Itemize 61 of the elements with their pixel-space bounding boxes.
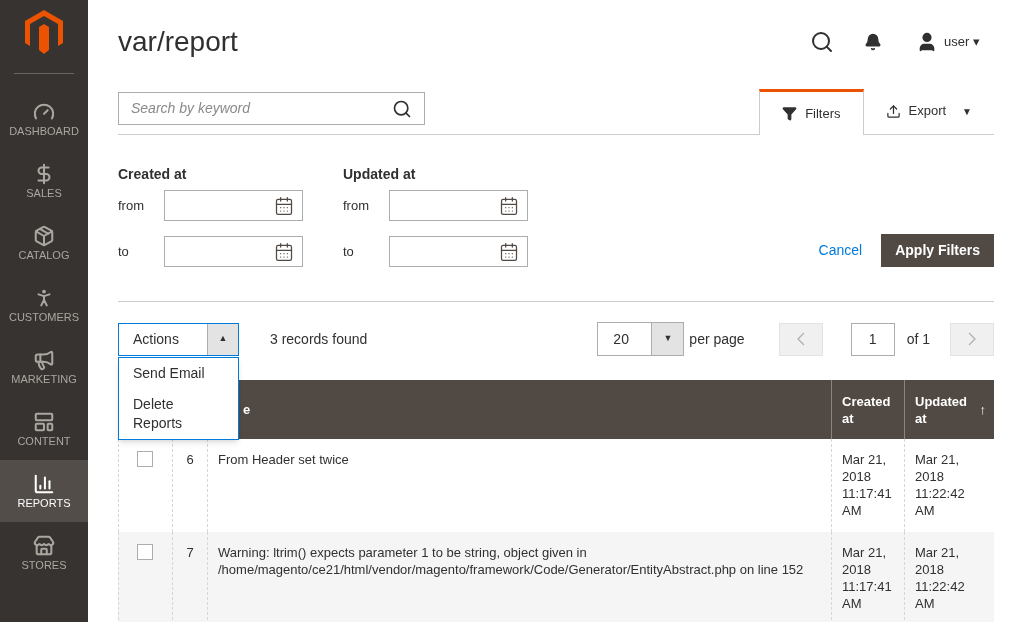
page-count: of 1: [906, 329, 930, 349]
bell-icon[interactable]: [864, 33, 883, 51]
date-field[interactable]: [164, 236, 303, 267]
sidebar-item[interactable]: STORES: [0, 522, 88, 584]
date-field[interactable]: [389, 190, 528, 221]
search-icon[interactable]: [392, 98, 412, 119]
column-header[interactable]: e: [243, 399, 251, 420]
table-cell: Warning: ltrim() expects parameter 1 to be string, object given in /home/magento/ce21/html/vendor/magento/framework/Code/Generator/EntityAbstract.php on line 152: [218, 545, 804, 577]
sidebar-item[interactable]: CATALOG: [0, 212, 88, 274]
date-field[interactable]: [164, 190, 303, 221]
search-icon[interactable]: [810, 30, 835, 54]
row-checkbox[interactable]: [137, 544, 153, 560]
filter-icon: [782, 106, 798, 121]
field-label: from: [343, 196, 370, 215]
chevron-left-icon: [796, 332, 805, 346]
page-field[interactable]: 1: [850, 322, 895, 356]
table-cell: 7: [186, 544, 194, 561]
menu-item[interactable]: Send Email: [119, 364, 238, 383]
page-title: var/report: [118, 25, 239, 59]
table-cell: Mar 21, 2018 11:17:41 AM: [842, 545, 892, 611]
table-cell: Mar 21, 2018 11:22:42 AM: [915, 452, 965, 518]
tab[interactable]: Export ▼: [863, 88, 994, 134]
table-cell: Mar 21, 2018 11:22:42 AM: [915, 545, 965, 611]
table-cell: 6: [186, 451, 194, 468]
sidebar-item[interactable]: REPORTS: [0, 460, 88, 522]
upload-icon: [885, 103, 901, 119]
tab[interactable]: Filters: [759, 89, 864, 135]
calendar-icon[interactable]: [274, 241, 294, 262]
sidebar-item[interactable]: SALES: [0, 150, 88, 212]
sidebar-item[interactable]: CONTENT: [0, 398, 88, 460]
layout-icon: [33, 411, 55, 433]
records-count: 3 records found: [270, 329, 369, 349]
date-field[interactable]: [389, 236, 528, 267]
per-page-select[interactable]: 20 ▼: [597, 322, 685, 356]
logo: [25, 10, 63, 54]
field-label: to: [343, 242, 355, 261]
search-field[interactable]: Search by keyword: [118, 92, 425, 125]
field-label: from: [118, 196, 145, 215]
calendar-icon[interactable]: [274, 195, 294, 216]
field-label: to: [118, 242, 130, 261]
store-icon: [33, 535, 55, 557]
sidebar-item[interactable]: CUSTOMERS: [0, 274, 88, 336]
user-menu[interactable]: user ▾: [944, 32, 980, 52]
actions-dropdown[interactable]: Actions ▲: [118, 322, 239, 356]
menu-item[interactable]: Delete Reports: [119, 395, 238, 433]
calendar-icon[interactable]: [499, 241, 519, 262]
table-cell: Mar 21, 2018 11:17:41 AM: [842, 452, 892, 518]
bar-chart-icon: [33, 473, 55, 495]
chevron-right-icon: [968, 332, 976, 346]
megaphone-icon: [33, 349, 55, 371]
calendar-icon[interactable]: [499, 195, 519, 216]
sidebar-item[interactable]: DASHBOARD: [0, 88, 88, 150]
row-checkbox[interactable]: [137, 451, 153, 467]
box-icon: [33, 225, 55, 247]
apply-filters-button[interactable]: Apply Filters: [881, 234, 994, 267]
table-cell: From Header set twice: [218, 452, 349, 467]
sidebar-item[interactable]: MARKETING: [0, 336, 88, 398]
filter-label: Updated at: [343, 165, 417, 184]
per-page-label: per page: [689, 329, 745, 349]
filter-label: Created at: [118, 165, 188, 184]
cancel-link[interactable]: Cancel: [818, 240, 863, 261]
